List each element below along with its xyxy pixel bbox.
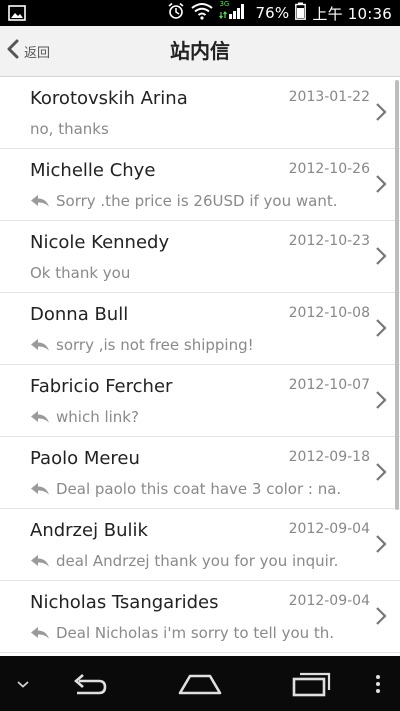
sender-name: Fabricio Fercher xyxy=(30,376,173,397)
message-preview: deal Andrzej thank you for you inquir. xyxy=(56,552,339,570)
message-date: 2012-10-08 xyxy=(288,305,370,321)
chevron-right-icon xyxy=(376,463,387,481)
message-list[interactable]: Korotovskih Arina 2013-01-22 no, thanks … xyxy=(0,77,400,655)
network-badge: 3G xyxy=(219,0,230,8)
list-item[interactable]: Korotovskih Arina 2013-01-22 no, thanks xyxy=(0,77,400,149)
message-date: 2012-10-23 xyxy=(288,233,370,249)
wifi-icon xyxy=(191,2,214,24)
sender-name: Korotovskih Arina xyxy=(30,88,188,109)
chevron-right-icon xyxy=(376,607,387,625)
message-date: 2012-09-04 xyxy=(288,593,370,609)
message-date: 2012-09-18 xyxy=(288,449,370,465)
home-icon[interactable] xyxy=(172,656,228,711)
list-item[interactable]: Fabricio Fercher 2012-10-07 which link? xyxy=(0,365,400,437)
chevron-right-icon xyxy=(376,103,387,121)
image-icon xyxy=(8,5,26,25)
menu-dots-icon[interactable] xyxy=(366,656,390,711)
battery-percent: 76% xyxy=(255,4,290,22)
list-item[interactable]: Michelle Chye 2012-10-26 Sorry .the pric… xyxy=(0,149,400,221)
list-item[interactable]: Donna Bull 2012-10-08 sorry ,is not free… xyxy=(0,293,400,365)
status-bar: 3G 76% 上午 10:36 xyxy=(0,0,400,26)
message-preview: no, thanks xyxy=(30,120,109,138)
chevron-right-icon xyxy=(376,391,387,409)
app-header: 返回 站内信 xyxy=(0,26,400,77)
message-preview: Deal Nicholas i'm sorry to tell you th. xyxy=(56,624,335,642)
reply-icon xyxy=(31,411,49,423)
message-preview: sorry ,is not free shipping! xyxy=(56,336,254,354)
reply-icon xyxy=(31,483,49,495)
sender-name: Paolo Mereu xyxy=(30,448,140,469)
page-title: 站内信 xyxy=(170,39,230,63)
message-preview: Deal paolo this coat have 3 color : na. xyxy=(56,480,342,498)
chevron-down-icon[interactable] xyxy=(8,656,38,711)
chevron-right-icon xyxy=(376,175,387,193)
alarm-icon xyxy=(167,2,185,24)
message-preview: Sorry .the price is 26USD if you want. xyxy=(56,192,338,210)
reply-icon xyxy=(31,627,49,639)
scrollbar[interactable] xyxy=(395,80,399,510)
chevron-right-icon xyxy=(376,319,387,337)
sender-name: Nicholas Tsangarides xyxy=(30,592,219,613)
signal-icon: 3G xyxy=(219,0,249,24)
list-item[interactable]: Paolo Mereu 2012-09-18 Deal paolo this c… xyxy=(0,437,400,509)
message-date: 2012-10-07 xyxy=(288,377,370,393)
sender-name: Michelle Chye xyxy=(30,160,156,181)
sender-name: Donna Bull xyxy=(30,304,129,325)
back-nav-icon[interactable] xyxy=(62,656,116,711)
recent-apps-icon[interactable] xyxy=(284,656,338,711)
nav-bar xyxy=(0,656,400,711)
reply-icon xyxy=(31,555,49,567)
chevron-right-icon xyxy=(376,535,387,553)
message-preview: which link? xyxy=(56,408,139,426)
chevron-right-icon xyxy=(376,247,387,265)
clock: 上午 10:36 xyxy=(312,4,392,23)
sender-name: Andrzej Bulik xyxy=(30,520,148,541)
sender-name: Nicole Kennedy xyxy=(30,232,170,253)
message-date: 2012-09-04 xyxy=(288,521,370,537)
battery-icon xyxy=(295,2,307,24)
message-date: 2012-10-26 xyxy=(288,161,370,177)
list-item[interactable]: Andrzej Bulik 2012-09-04 deal Andrzej th… xyxy=(0,509,400,581)
message-preview: Ok thank you xyxy=(30,264,131,282)
message-date: 2013-01-22 xyxy=(288,89,370,105)
list-item[interactable]: Nicole Kennedy 2012-10-23 Ok thank you xyxy=(0,221,400,293)
reply-icon xyxy=(31,195,49,207)
list-item[interactable]: Nicholas Tsangarides 2012-09-04 Deal Nic… xyxy=(0,581,400,653)
reply-icon xyxy=(31,339,49,351)
